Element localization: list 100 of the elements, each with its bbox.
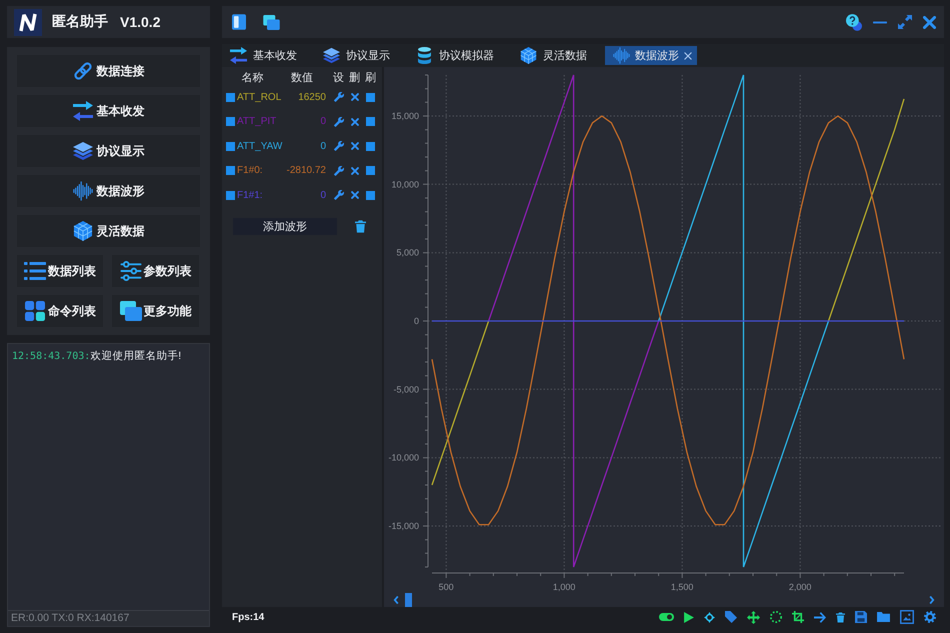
trash-icon[interactable] — [836, 612, 845, 622]
panel-icon[interactable] — [232, 14, 246, 30]
axis-label: 2,000 — [788, 582, 812, 592]
square-icon[interactable] — [366, 142, 375, 151]
square-icon[interactable] — [226, 166, 235, 176]
folder-icon[interactable] — [877, 612, 890, 622]
axis-label: 1,500 — [670, 582, 694, 592]
add-waveform-button[interactable]: 添加波形 — [233, 218, 337, 234]
wrench-icon[interactable] — [334, 116, 344, 127]
scroll-handle[interactable] — [405, 593, 412, 607]
series-name: ATT_PIT — [237, 116, 278, 128]
link-icon — [72, 61, 92, 81]
dotted-circle-icon[interactable] — [770, 611, 782, 623]
minimize-icon[interactable] — [873, 20, 887, 24]
square-icon[interactable] — [226, 142, 235, 151]
column-header: 设 — [332, 70, 345, 84]
square-icon[interactable] — [366, 92, 375, 102]
cross-icon[interactable] — [350, 93, 358, 102]
series-name: F1#1: — [237, 190, 264, 201]
help-icon[interactable] — [846, 14, 862, 30]
chevron-right-icon[interactable] — [929, 595, 935, 605]
column-header: 数值 — [290, 70, 314, 84]
tab[interactable]: 协议模拟器 — [408, 46, 504, 65]
series-name: ATT_ROL — [237, 92, 282, 103]
play-icon[interactable] — [684, 612, 694, 622]
nav-button[interactable]: 基本收发 — [17, 95, 200, 127]
series-value: 0 — [319, 140, 327, 152]
app-name: 匿名助手 — [52, 13, 108, 31]
log-message: 欢迎使用匿名助手! — [90, 349, 182, 363]
series-value: -2810.72 — [286, 165, 327, 176]
list-icon — [24, 261, 46, 281]
tab[interactable]: 数据波形 — [605, 46, 697, 65]
axis-label: 15,000 — [391, 111, 419, 121]
close-icon[interactable] — [923, 16, 936, 28]
swap-arrows-icon — [72, 101, 92, 121]
maximize-icon[interactable] — [898, 15, 912, 29]
tab[interactable]: 基本收发 — [222, 46, 307, 65]
fps-counter: Fps:14 — [232, 612, 264, 622]
cross-icon[interactable] — [350, 191, 358, 200]
waveform-icon — [613, 47, 630, 64]
axis-label: 0 — [414, 316, 419, 326]
cross-icon[interactable] — [350, 118, 358, 126]
column-header: 删 — [348, 70, 361, 84]
toggle-icon[interactable] — [659, 613, 674, 621]
wrench-icon[interactable] — [334, 166, 344, 176]
nav-button[interactable]: 数据连接 — [17, 55, 200, 87]
tag-icon[interactable] — [725, 611, 737, 623]
square-icon[interactable] — [226, 190, 235, 200]
axis-label: 500 — [438, 582, 454, 592]
wrench-icon[interactable] — [334, 190, 344, 200]
windows-icon — [120, 301, 142, 321]
square-icon[interactable] — [226, 92, 235, 102]
app-version: V1.0.2 — [120, 14, 160, 30]
windows-icon[interactable] — [263, 14, 280, 30]
axis-label: -15,000 — [388, 521, 419, 531]
nav-button[interactable]: 更多功能 — [112, 295, 199, 327]
cross-icon[interactable] — [350, 142, 358, 150]
nav-button[interactable]: 协议显示 — [17, 135, 200, 167]
swap-arrows-icon — [230, 47, 247, 64]
square-icon[interactable] — [366, 190, 375, 200]
series-value: 0 — [319, 190, 327, 201]
series-value: 0 — [319, 116, 327, 128]
move-icon[interactable] — [747, 610, 760, 624]
settings-icon[interactable] — [924, 611, 936, 623]
column-header: 名称 — [240, 70, 264, 84]
wrench-icon[interactable] — [334, 92, 344, 102]
layers-icon — [323, 47, 340, 64]
square-icon[interactable] — [226, 117, 235, 126]
wrench-icon[interactable] — [334, 141, 344, 152]
nav-button[interactable]: 灵活数据 — [17, 215, 200, 247]
column-header: 刷 — [364, 70, 377, 84]
nav-button[interactable]: 数据列表 — [17, 255, 103, 287]
chevron-left-icon[interactable] — [393, 595, 399, 605]
axis-label: 1,000 — [552, 582, 576, 592]
image-frame-icon[interactable] — [900, 610, 914, 624]
nav-button[interactable]: 参数列表 — [112, 255, 199, 287]
tiles-icon — [24, 301, 46, 321]
arrow-right-icon[interactable] — [814, 612, 826, 622]
logo-icon — [14, 8, 42, 36]
trash-icon[interactable] — [355, 220, 366, 232]
target-icon[interactable] — [704, 612, 715, 622]
tab[interactable]: 灵活数据 — [512, 46, 597, 65]
series-value: 16250 — [297, 92, 327, 103]
nav-button[interactable]: 数据波形 — [17, 175, 200, 207]
close-icon[interactable] — [684, 52, 692, 60]
axis-label: 5,000 — [396, 248, 419, 258]
waveform-icon — [72, 181, 92, 201]
save-icon[interactable] — [855, 611, 867, 623]
axis-label: -10,000 — [388, 452, 419, 463]
crop-icon[interactable] — [792, 611, 804, 623]
database-icon — [416, 47, 433, 64]
square-icon[interactable] — [366, 166, 375, 176]
tab[interactable]: 协议显示 — [315, 46, 400, 65]
series-name: F1#0: — [237, 165, 264, 176]
cross-icon[interactable] — [350, 166, 358, 175]
nav-button[interactable]: 命令列表 — [17, 295, 103, 327]
square-icon[interactable] — [366, 117, 375, 126]
axis-label: -5,000 — [393, 384, 419, 394]
series-name: ATT_YAW — [237, 140, 284, 152]
cubes-icon — [72, 221, 92, 241]
